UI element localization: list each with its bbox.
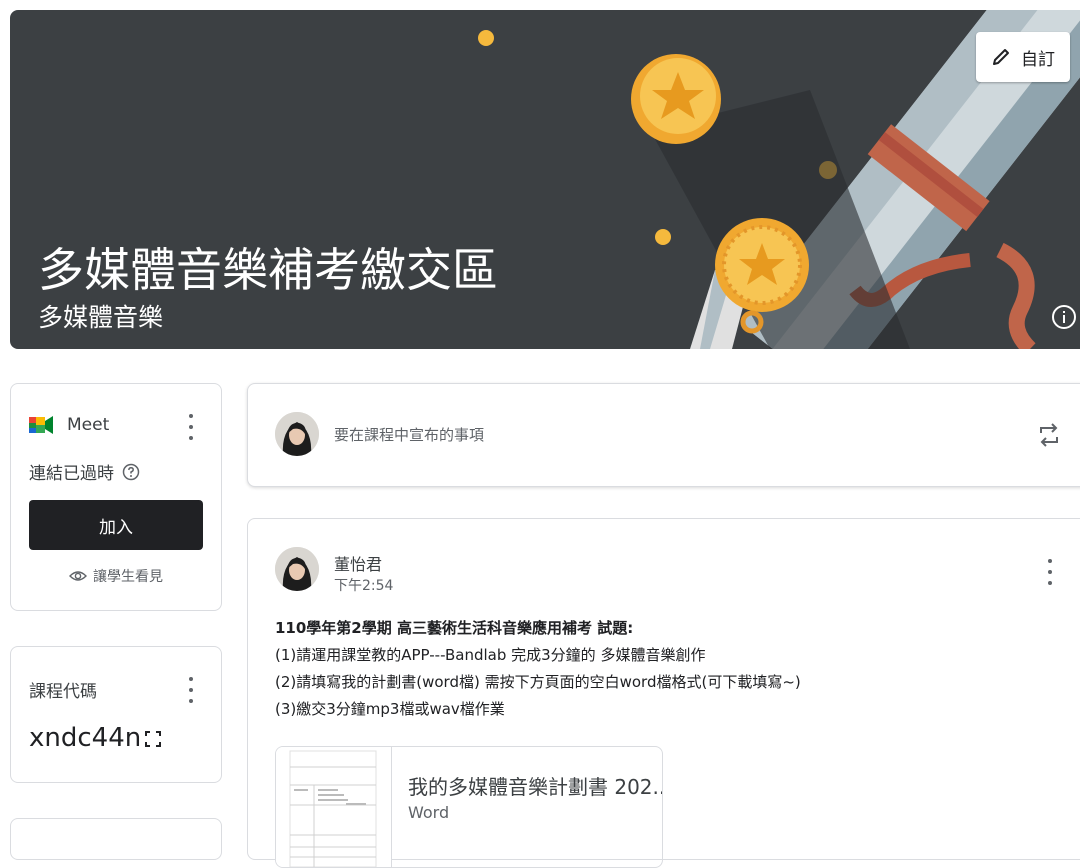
post-line: (2)請填寫我的計劃書(word檔) 需按下方頁面的空白word檔格式(可下載填…	[275, 673, 801, 691]
eye-icon	[69, 571, 87, 581]
author-avatar	[275, 547, 319, 591]
post-time: 下午2:54	[334, 578, 394, 594]
post-body: 110學年第2學期 高三藝術生活科音樂應用補考 試題: (1)請運用課堂教的AP…	[275, 615, 801, 723]
class-code-more-options-icon[interactable]	[186, 677, 196, 703]
customize-button[interactable]: 自訂	[976, 32, 1070, 82]
avatar	[275, 412, 319, 456]
post-title: 110學年第2學期 高三藝術生活科音樂應用補考 試題:	[275, 619, 634, 637]
fullscreen-icon[interactable]	[145, 731, 161, 747]
info-icon[interactable]	[1050, 303, 1078, 331]
class-code-label: 課程代碼	[29, 682, 97, 702]
meet-label: Meet	[67, 415, 110, 435]
attachment-type: Word	[408, 803, 450, 822]
post-card: 董怡君 下午2:54 110學年第2學期 高三藝術生活科音樂應用補考 試題: (…	[247, 518, 1080, 868]
class-code-value: xndc44n	[29, 723, 142, 753]
visibility-note: 讓學生看見	[93, 569, 163, 585]
help-icon[interactable]	[122, 463, 140, 481]
attachment-card[interactable]: 我的多媒體音樂計劃書 202... Word	[275, 746, 663, 868]
class-title: 多媒體音樂補考繳交區	[38, 243, 498, 297]
announce-input[interactable]: 要在課程中宣布的事項	[334, 424, 484, 445]
class-subtitle: 多媒體音樂	[38, 303, 164, 332]
meet-status: 連結已過時	[29, 459, 140, 484]
visibility-toggle[interactable]: 讓學生看見	[69, 566, 163, 586]
author-name: 董怡君	[334, 555, 383, 574]
meet-status-text: 連結已過時	[29, 464, 114, 484]
post-more-options-icon[interactable]	[1045, 559, 1055, 585]
class-banner: 多媒體音樂補考繳交區 多媒體音樂 自訂	[10, 10, 1080, 349]
meet-icon	[29, 416, 53, 434]
customize-label: 自訂	[1021, 49, 1055, 70]
class-code-card: 課程代碼 xndc44n	[10, 646, 222, 783]
sidebar-card	[10, 818, 222, 860]
join-button[interactable]: 加入	[29, 500, 203, 550]
repost-icon[interactable]	[1036, 420, 1062, 450]
post-line: (1)請運用課堂教的APP---Bandlab 完成3分鐘的 多媒體音樂創作	[275, 646, 706, 664]
attachment-thumbnail	[276, 747, 392, 867]
meet-header: Meet	[29, 414, 109, 436]
attachment-title: 我的多媒體音樂計劃書 202...	[408, 775, 663, 799]
post-line: (3)繳交3分鐘mp3檔或wav檔作業	[275, 700, 505, 718]
meet-card: Meet 連結已過時 加入 讓學生看見	[10, 383, 222, 611]
meet-more-options-icon[interactable]	[186, 414, 196, 440]
announce-card[interactable]: 要在課程中宣布的事項	[247, 383, 1080, 487]
pencil-icon	[993, 49, 1009, 65]
